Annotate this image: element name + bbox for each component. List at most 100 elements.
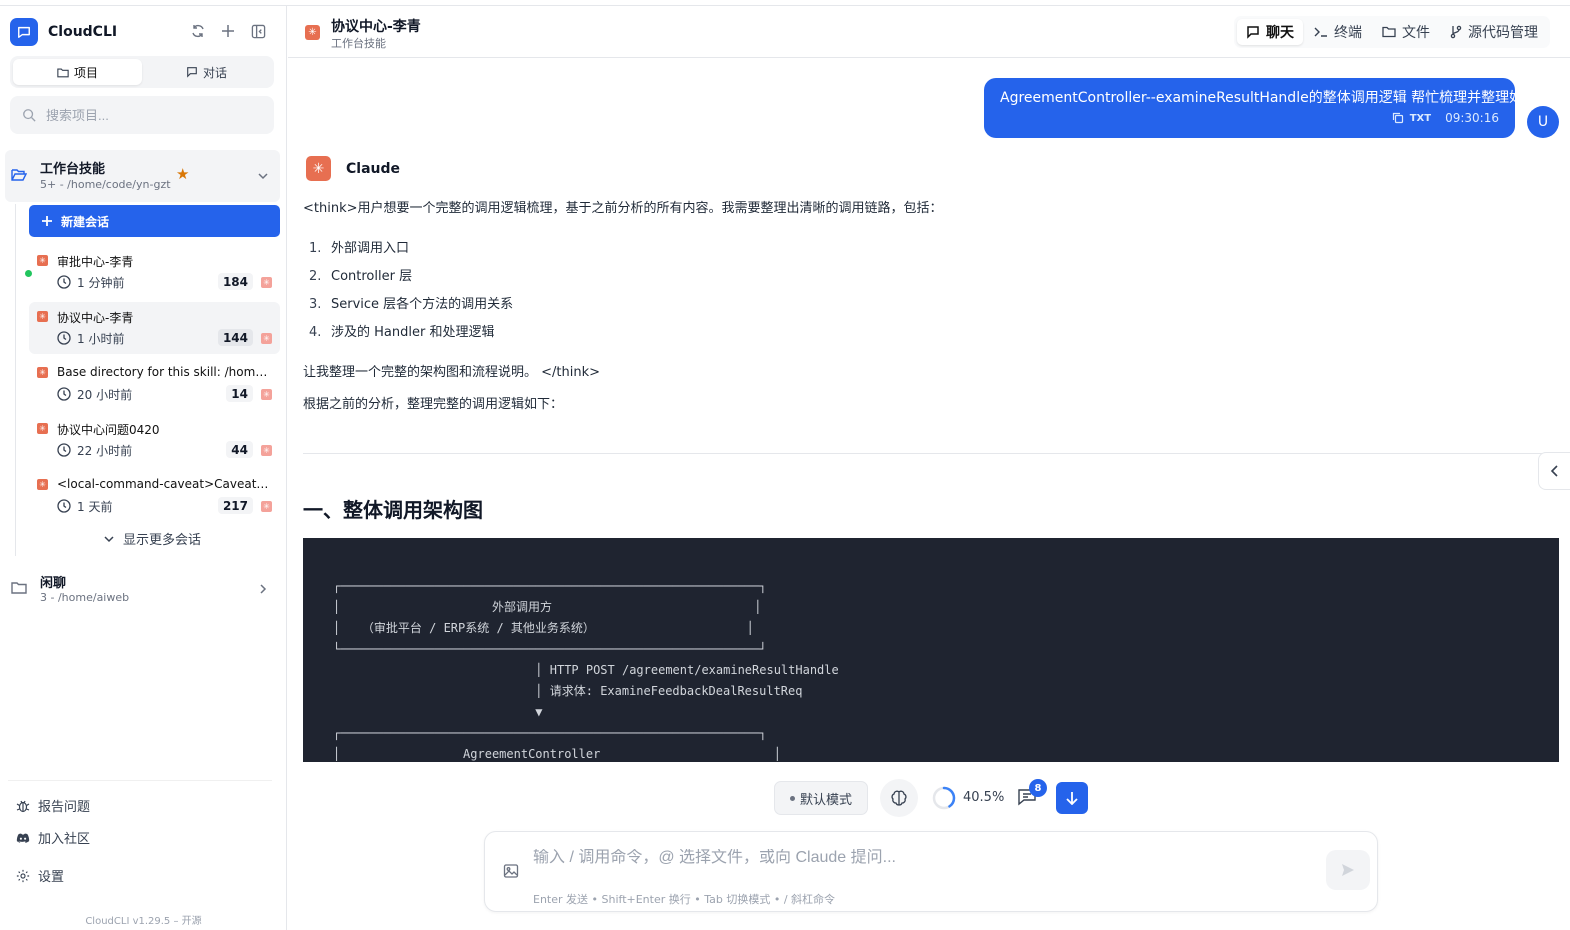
claude-icon: ✳ <box>305 25 320 40</box>
tab-terminal[interactable]: 终端 <box>1305 19 1371 45</box>
list-item: 3. Service 层各个方法的调用关系 <box>309 293 513 312</box>
mode-button[interactable]: 默认模式 <box>774 781 868 815</box>
project-path: - /home/aiweb <box>50 591 130 604</box>
join-community-link[interactable]: 加入社区 <box>16 828 90 847</box>
project-item[interactable]: 闲聊 3 - /home/aiweb <box>5 568 280 614</box>
claude-icon: ✳ <box>261 277 272 288</box>
app-logo-icon <box>10 18 38 46</box>
scroll-to-bottom-button[interactable] <box>1056 782 1088 814</box>
clock-icon <box>57 442 71 461</box>
session-item[interactable]: ✳ <local-command-caveat>Caveat: T... 1 天… <box>29 470 280 522</box>
claude-icon: ✳ <box>261 389 272 400</box>
tree-guide-line <box>15 204 16 556</box>
session-item-selected[interactable]: ✳ 协议中心-李青 1 小时前 144 ✳ <box>29 302 280 354</box>
tab-source-control[interactable]: 源代码管理 <box>1441 19 1547 45</box>
claude-icon: ✳ <box>37 255 48 266</box>
message-time: 09:30:16 <box>1445 111 1499 125</box>
copy-icon[interactable] <box>1392 112 1404 124</box>
send-button[interactable] <box>1326 850 1370 890</box>
chevron-right-icon <box>257 580 269 599</box>
project-count: 3 <box>40 591 47 604</box>
tab-chat[interactable]: 聊天 <box>1237 19 1303 45</box>
claude-avatar-icon: ✳ <box>306 156 331 181</box>
new-session-button[interactable]: 新建会话 <box>29 205 280 237</box>
clock-icon <box>57 274 71 293</box>
gear-icon <box>16 869 30 882</box>
sidebar: CloudCLI 项目 对话 工作台技能 5+ - /home/code/yn-… <box>0 6 287 930</box>
session-time: 1 小时前 <box>77 332 125 346</box>
list-text: Service 层各个方法的调用关系 <box>331 297 514 312</box>
folder-icon <box>1382 26 1396 38</box>
session-title: 审批中心-李青 <box>57 255 134 269</box>
report-issue-link[interactable]: 报告问题 <box>16 796 90 815</box>
project-name: 闲聊 <box>40 576 67 591</box>
attach-image-icon[interactable] <box>503 863 519 883</box>
claude-icon: ✳ <box>37 479 48 490</box>
arrow-down-icon <box>1066 792 1078 805</box>
search-input[interactable] <box>46 107 246 123</box>
copy-format-label[interactable]: TXT <box>1410 113 1431 124</box>
list-number: 2. <box>309 269 322 284</box>
settings-label: 设置 <box>38 870 65 885</box>
sidebar-segmented-tabs: 项目 对话 <box>10 56 274 88</box>
context-usage-ring <box>932 786 956 810</box>
tab-source-control-label: 源代码管理 <box>1468 25 1538 41</box>
refresh-icon[interactable] <box>188 21 208 41</box>
session-time: 22 小时前 <box>77 444 133 458</box>
user-message-meta: TXT 09:30:16 <box>1392 111 1499 125</box>
project-name: 工作台技能 <box>40 162 106 177</box>
clock-icon <box>57 498 71 517</box>
report-issue-label: 报告问题 <box>38 800 91 815</box>
session-message-count: 184 <box>217 273 253 290</box>
claude-icon: ✳ <box>261 501 272 512</box>
session-title: <local-command-caveat>Caveat: T... <box>57 477 272 491</box>
notification-badge: 8 <box>1029 779 1047 797</box>
session-item[interactable]: ✳ Base directory for this skill: /home/.… <box>29 358 280 410</box>
tab-terminal-label: 终端 <box>1334 25 1362 41</box>
claude-icon: ✳ <box>37 423 48 434</box>
main-header: ✳ 协议中心-李青 工作台技能 聊天 终端 文件 源代码管理 <box>288 6 1570 58</box>
tab-files[interactable]: 文件 <box>1373 19 1439 45</box>
session-item[interactable]: ✳ 协议中心问题0420 22 小时前 44 ✳ <box>29 414 280 466</box>
tab-chat-label: 聊天 <box>1266 25 1294 41</box>
plus-icon[interactable] <box>218 21 238 41</box>
show-more-sessions-button[interactable]: 显示更多会话 <box>103 529 201 548</box>
project-meta: 5+ - /home/code/yn-gzt <box>40 178 171 191</box>
tab-conversations-label: 对话 <box>202 65 227 80</box>
claude-icon: ✳ <box>261 333 272 344</box>
tab-conversations[interactable]: 对话 <box>142 59 271 85</box>
session-title: 协议中心问题0420 <box>57 423 160 437</box>
main-tabs: 聊天 终端 文件 源代码管理 <box>1234 16 1550 48</box>
code-block: ┌───────────────────────────────────────… <box>303 538 1559 762</box>
list-number: 1. <box>309 241 322 256</box>
context-percentage: 40.5% <box>963 790 1005 805</box>
think-end-text: 让我整理一个完整的架构图和流程说明。 </think> <box>303 365 601 380</box>
think-intro-text: <think>用户想要一个完整的调用逻辑梳理，基于之前分析的所有内容。我需要整理… <box>303 201 943 216</box>
session-time: 1 分钟前 <box>77 276 125 290</box>
app-root: CloudCLI 项目 对话 工作台技能 5+ - /home/code/yn-… <box>0 0 1570 930</box>
star-icon[interactable]: ★ <box>176 165 189 183</box>
assistant-name: Claude <box>346 161 401 177</box>
chat-icon <box>187 67 197 78</box>
thinking-toggle[interactable] <box>880 779 918 817</box>
session-title: 协议中心-李青 <box>57 311 134 325</box>
settings-link[interactable]: 设置 <box>16 866 64 885</box>
collapse-sidebar-icon[interactable] <box>248 21 268 41</box>
project-item-active[interactable]: 工作台技能 5+ - /home/code/yn-gzt ★ <box>5 150 280 202</box>
divider <box>303 453 1559 454</box>
session-time: 20 小时前 <box>77 388 133 402</box>
plus-icon <box>42 216 52 226</box>
session-message-count: 44 <box>226 441 253 458</box>
project-search <box>10 96 274 134</box>
chevron-down-icon[interactable] <box>257 167 269 186</box>
clock-icon <box>57 330 71 349</box>
sidebar-header-actions <box>188 21 268 41</box>
git-branch-icon <box>1450 25 1462 39</box>
session-item[interactable]: ✳ 审批中心-李青 1 分钟前 184 ✳ <box>29 246 280 298</box>
join-community-label: 加入社区 <box>38 832 91 847</box>
message-composer: Enter 发送 • Shift+Enter 换行 • Tab 切换模式 • /… <box>484 831 1378 912</box>
message-input[interactable] <box>533 849 1293 867</box>
list-number: 3. <box>309 297 322 312</box>
collapse-panel-button[interactable] <box>1538 452 1570 490</box>
tab-projects[interactable]: 项目 <box>13 59 142 85</box>
